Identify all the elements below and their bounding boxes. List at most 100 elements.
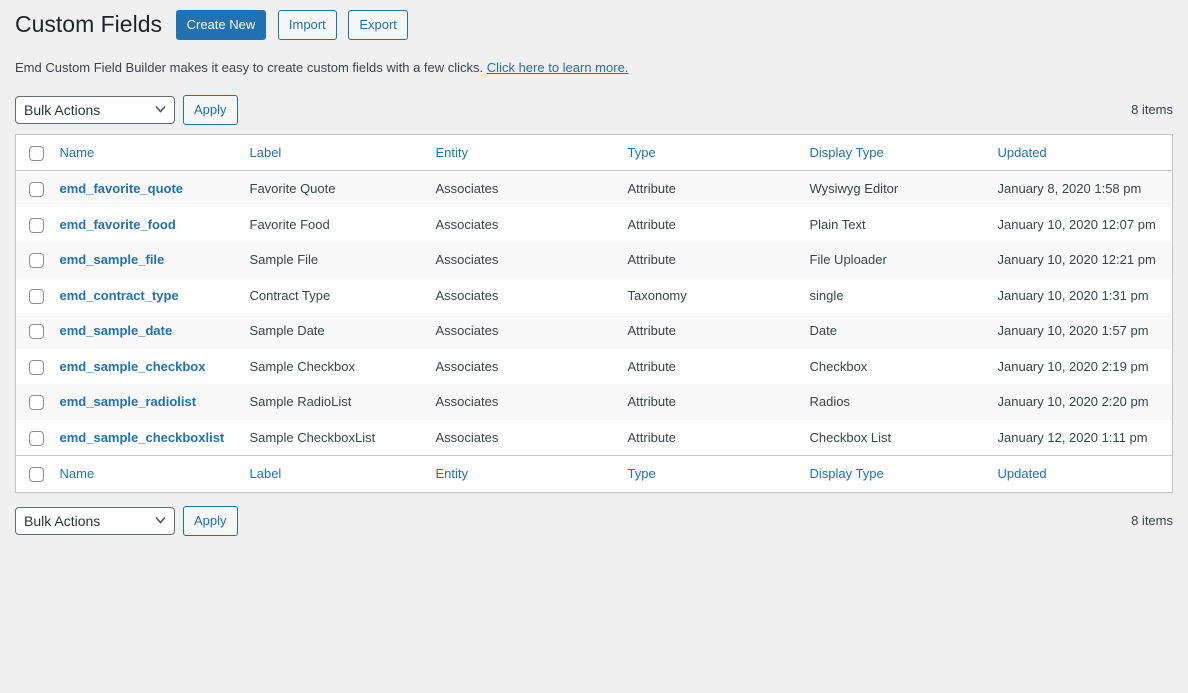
items-count: 8 items bbox=[1131, 102, 1173, 118]
import-button[interactable]: Import bbox=[277, 10, 337, 41]
cell-updated: January 8, 2020 1:58 pm bbox=[997, 181, 1142, 197]
cell-display-type: Plain Text bbox=[809, 216, 866, 232]
cell-entity: Associates bbox=[435, 429, 499, 445]
column-footer-updated[interactable]: Updated bbox=[998, 466, 1047, 481]
table-row: emd_sample_checkbox Sample Checkbox Asso… bbox=[16, 349, 1173, 385]
cell-type: Attribute bbox=[627, 181, 676, 197]
field-name-link[interactable]: emd_sample_checkbox bbox=[60, 359, 206, 374]
cell-updated: January 10, 2020 1:57 pm bbox=[997, 323, 1149, 339]
apply-button-bottom[interactable]: Apply bbox=[183, 505, 238, 536]
cell-entity: Associates bbox=[435, 252, 499, 268]
cell-label: Sample Checkbox bbox=[249, 358, 356, 374]
cell-entity: Associates bbox=[435, 216, 499, 232]
footer-header-row: Name Label Entity Type Display Type Upda… bbox=[15, 455, 1173, 493]
create-new-button[interactable]: Create New bbox=[175, 10, 267, 41]
field-name-link[interactable]: emd_sample_radiolist bbox=[60, 394, 197, 409]
table-row: emd_sample_file Sample File Associates A… bbox=[15, 242, 1173, 278]
page-title: Custom Fields bbox=[15, 11, 162, 37]
cell-display-type: File Uploader bbox=[809, 252, 887, 268]
cell-entity: Associates bbox=[435, 181, 499, 197]
description-text: Emd Custom Field Builder makes it easy t… bbox=[15, 59, 484, 75]
table-row: emd_sample_radiolist Sample RadioList As… bbox=[15, 384, 1173, 420]
select-all-checkbox[interactable] bbox=[29, 145, 44, 161]
column-footer-display-type[interactable]: Display Type bbox=[810, 466, 884, 481]
row-checkbox[interactable] bbox=[29, 324, 44, 340]
cell-updated: January 10, 2020 12:07 pm bbox=[997, 216, 1156, 232]
cell-updated: January 10, 2020 2:19 pm bbox=[997, 358, 1149, 374]
cell-label: Contract Type bbox=[249, 287, 331, 303]
cell-entity: Associates bbox=[435, 358, 499, 374]
row-checkbox[interactable] bbox=[29, 395, 44, 411]
column-header-display-type[interactable]: Display Type bbox=[810, 145, 884, 160]
field-name-link[interactable]: emd_sample_checkboxlist bbox=[60, 430, 225, 445]
bulk-actions-select[interactable]: Bulk Actions bbox=[15, 95, 175, 124]
cell-label: Favorite Quote bbox=[249, 181, 336, 197]
cell-label: Sample RadioList bbox=[249, 394, 352, 410]
page-header: Custom Fields Create New Import Export bbox=[15, 7, 1173, 44]
field-name-link[interactable]: emd_sample_file bbox=[60, 252, 165, 267]
row-checkbox[interactable] bbox=[29, 182, 44, 198]
column-header-type[interactable]: Type bbox=[628, 145, 656, 160]
cell-label: Favorite Food bbox=[249, 216, 330, 232]
admin-content: Custom Fields Create New Import Export E… bbox=[0, 7, 1188, 536]
cell-type: Attribute bbox=[627, 429, 676, 445]
tablenav-bottom: Bulk Actions Apply 8 items bbox=[15, 505, 1173, 536]
row-checkbox[interactable] bbox=[29, 217, 44, 233]
table-row: emd_sample_checkboxlist Sample CheckboxL… bbox=[16, 420, 1173, 456]
table-foot: Name Label Entity Type Display Type Upda… bbox=[15, 455, 1173, 493]
plugin-description: Emd Custom Field Builder makes it easy t… bbox=[15, 60, 1173, 75]
field-name-link[interactable]: emd_sample_date bbox=[60, 323, 173, 338]
cell-updated: January 10, 2020 1:31 pm bbox=[997, 287, 1149, 303]
cell-type: Attribute bbox=[627, 252, 676, 268]
column-footer-label[interactable]: Label bbox=[250, 466, 282, 481]
cell-display-type: Wysiwyg Editor bbox=[809, 181, 899, 197]
row-checkbox[interactable] bbox=[29, 288, 44, 304]
cell-display-type: Date bbox=[809, 323, 837, 339]
column-header-name[interactable]: Name bbox=[60, 145, 95, 160]
cell-type: Attribute bbox=[627, 323, 676, 339]
cell-type: Taxonomy bbox=[627, 287, 687, 303]
table-body: emd_favorite_quote Favorite Quote Associ… bbox=[15, 170, 1173, 456]
cell-type: Attribute bbox=[627, 216, 676, 232]
apply-button[interactable]: Apply bbox=[183, 94, 238, 125]
table-row: emd_favorite_food Favorite Food Associat… bbox=[16, 207, 1173, 243]
column-header-label[interactable]: Label bbox=[250, 145, 282, 160]
row-checkbox[interactable] bbox=[29, 430, 44, 446]
cell-entity: Associates bbox=[435, 323, 499, 339]
column-footer-type[interactable]: Type bbox=[628, 466, 656, 481]
cell-entity: Associates bbox=[435, 394, 499, 410]
cell-type: Attribute bbox=[627, 358, 676, 374]
cell-display-type: Checkbox List bbox=[809, 429, 892, 445]
cell-updated: January 10, 2020 2:20 pm bbox=[997, 394, 1149, 410]
cell-updated: January 12, 2020 1:11 pm bbox=[997, 429, 1148, 445]
cell-display-type: single bbox=[809, 287, 844, 303]
header-row: Name Label Entity Type Display Type Upda… bbox=[15, 134, 1173, 172]
items-count-bottom: 8 items bbox=[1131, 513, 1173, 529]
column-header-updated[interactable]: Updated bbox=[998, 145, 1047, 160]
bulk-actions-select-wrap-bottom: Bulk Actions bbox=[15, 506, 175, 535]
table-row: emd_favorite_quote Favorite Quote Associ… bbox=[15, 170, 1173, 207]
row-checkbox[interactable] bbox=[29, 359, 44, 375]
field-name-link[interactable]: emd_favorite_quote bbox=[60, 181, 184, 196]
learn-more-link[interactable]: Click here to learn more. bbox=[487, 60, 629, 75]
cell-display-type: Radios bbox=[809, 394, 850, 410]
field-name-link[interactable]: emd_contract_type bbox=[60, 288, 179, 303]
custom-fields-table: Name Label Entity Type Display Type Upda… bbox=[15, 133, 1173, 493]
bulk-actions-select-bottom[interactable]: Bulk Actions bbox=[15, 506, 175, 535]
select-all-checkbox-bottom[interactable] bbox=[29, 467, 44, 483]
column-footer-name[interactable]: Name bbox=[60, 466, 95, 481]
cell-display-type: Checkbox bbox=[809, 358, 868, 374]
row-checkbox[interactable] bbox=[29, 253, 44, 269]
cell-entity: Associates bbox=[435, 287, 499, 303]
table-row: emd_contract_type Contract Type Associat… bbox=[16, 278, 1173, 314]
export-button[interactable]: Export bbox=[348, 10, 408, 41]
cell-label: Sample Date bbox=[249, 323, 325, 339]
table-head: Name Label Entity Type Display Type Upda… bbox=[15, 134, 1173, 172]
column-footer-entity[interactable]: Entity bbox=[436, 466, 469, 481]
field-name-link[interactable]: emd_favorite_food bbox=[60, 217, 176, 232]
cell-label: Sample CheckboxList bbox=[249, 429, 376, 445]
tablenav-top: Bulk Actions Apply 8 items bbox=[15, 94, 1173, 125]
column-header-entity[interactable]: Entity bbox=[436, 145, 469, 160]
cell-updated: January 10, 2020 12:21 pm bbox=[997, 252, 1156, 268]
cell-label: Sample File bbox=[249, 252, 319, 268]
